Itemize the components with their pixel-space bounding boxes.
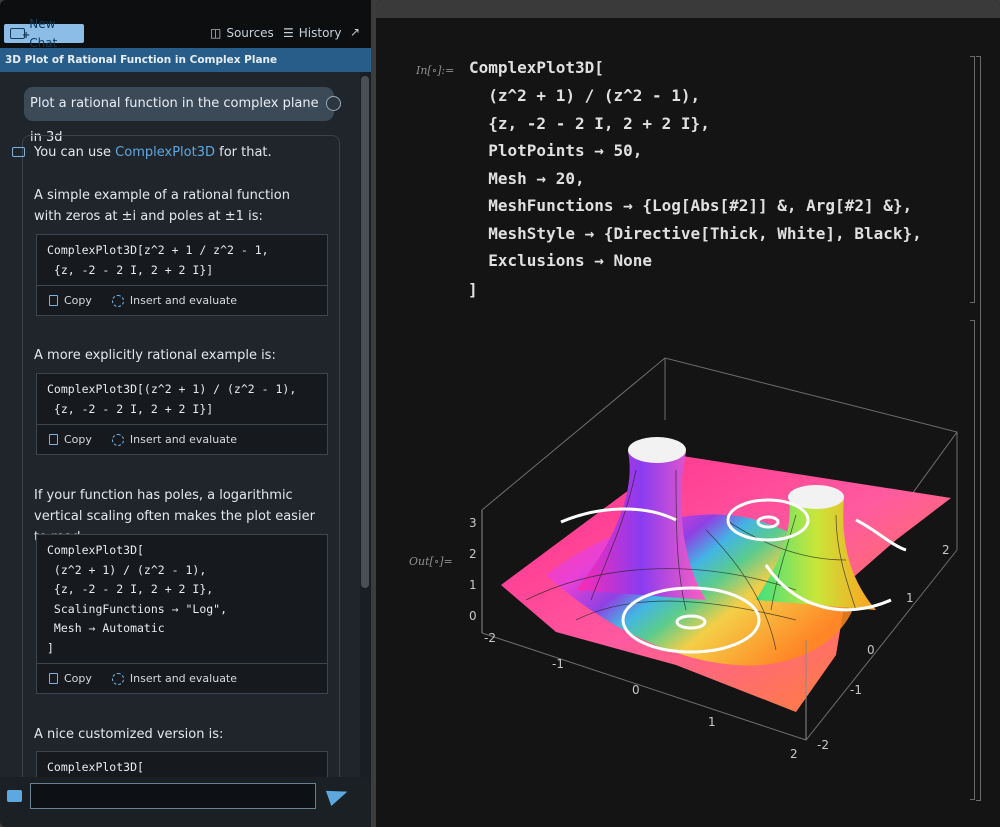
x-tick: -2 — [484, 631, 496, 645]
intro-prefix: You can use — [34, 145, 116, 160]
chat-input[interactable] — [30, 783, 316, 809]
assistant-paragraph-1: A simple example of a rational function … — [34, 188, 290, 224]
code-line: ComplexPlot3D[ — [47, 543, 144, 557]
code-block-4-body: ComplexPlot3D[ — [37, 752, 327, 778]
notebook-panel: In[∘]:= ComplexPlot3D[ (z^2 + 1) / (z^2 … — [376, 0, 1000, 827]
code-line: {z, -2 - 2 I, 2 + 2 I}] — [47, 401, 214, 416]
assistant-paragraph-4: A nice customized version is: — [34, 727, 224, 742]
scrollbar-thumb[interactable] — [361, 76, 369, 588]
code-line: (z^2 + 1) / (z^2 - 1), — [47, 562, 207, 577]
code-block-2-body: ComplexPlot3D[(z^2 + 1) / (z^2 - 1), {z,… — [37, 374, 327, 419]
copy-button[interactable]: Copy — [64, 294, 92, 307]
x-tick: -1 — [552, 657, 564, 671]
code-block-3-actions: Copy Insert and evaluate — [37, 663, 327, 693]
insert-evaluate-button[interactable]: Insert and evaluate — [130, 672, 237, 685]
code-block-2: ComplexPlot3D[(z^2 + 1) / (z^2 - 1), {z,… — [36, 373, 328, 455]
copy-button[interactable]: Copy — [64, 672, 92, 685]
assistant-chat-icon — [12, 147, 25, 157]
code-block-1-actions: Copy Insert and evaluate — [37, 285, 327, 315]
insert-evaluate-icon — [111, 433, 124, 446]
z-tick: 3 — [469, 516, 477, 530]
code-line: {z, -2 - 2 I, 2 + 2 I}, — [47, 582, 214, 596]
x-tick: 2 — [790, 747, 798, 761]
copy-icon — [49, 434, 58, 445]
user-message: Plot a rational function in the complex … — [24, 87, 334, 145]
history-label: History — [298, 26, 342, 40]
new-chat-label: New Chat — [29, 16, 58, 50]
history-button[interactable]: ☰ History — [283, 26, 341, 40]
code-block-1-body: ComplexPlot3D[z^2 + 1 / z^2 - 1, {z, -2 … — [37, 235, 327, 280]
open-external-button[interactable]: ↗ — [350, 25, 365, 39]
code-line: ] — [47, 640, 54, 655]
y-tick: 1 — [906, 591, 914, 605]
code-block-3-body: ComplexPlot3D[ (z^2 + 1) / (z^2 - 1), {z… — [37, 535, 327, 658]
y-tick: -1 — [850, 683, 862, 697]
insert-evaluate-icon — [111, 672, 124, 685]
x-tick: 0 — [632, 683, 640, 697]
z-axis-ticks: 0 1 2 3 — [469, 516, 477, 623]
intro-suffix: for that. — [214, 145, 272, 160]
complex-3d-plot[interactable]: 0 1 2 3 -2 -1 0 1 2 2 1 0 -1 -2 — [376, 0, 1000, 827]
z-tick: 2 — [469, 547, 477, 561]
chat-bubble-icon — [7, 790, 22, 802]
code-block-1: ComplexPlot3D[z^2 + 1 / z^2 - 1, {z, -2 … — [36, 234, 328, 316]
assistant-intro: You can use ComplexPlot3D for that. — [34, 142, 334, 163]
code-block-3: ComplexPlot3D[ (z^2 + 1) / (z^2 - 1), {z… — [36, 534, 328, 694]
sources-button[interactable]: ◫ Sources — [210, 26, 274, 40]
code-line: {z, -2 - 2 I, 2 + 2 I}] — [47, 262, 214, 277]
sources-label: Sources — [226, 26, 274, 40]
open-external-icon: ↗ — [350, 25, 361, 39]
history-icon: ☰ — [283, 26, 294, 40]
insert-evaluate-button[interactable]: Insert and evaluate — [130, 433, 237, 446]
code-block-2-actions: Copy Insert and evaluate — [37, 424, 327, 454]
code-line: ScalingFunctions → "Log", — [47, 601, 228, 616]
insert-evaluate-button[interactable]: Insert and evaluate — [130, 294, 237, 307]
insert-evaluate-icon — [111, 294, 124, 307]
left-pole-cap — [628, 437, 686, 463]
user-avatar-icon — [326, 96, 341, 111]
sources-icon: ◫ — [210, 26, 222, 40]
copy-icon — [49, 295, 58, 306]
chat-title: 3D Plot of Rational Function in Complex … — [0, 48, 371, 72]
x-tick: 1 — [708, 715, 716, 729]
code-line: ComplexPlot3D[z^2 + 1 / z^2 - 1, — [47, 243, 269, 257]
complexplot3d-link[interactable]: ComplexPlot3D — [115, 145, 215, 160]
copy-button[interactable]: Copy — [64, 433, 92, 446]
y-tick: 0 — [867, 643, 875, 657]
code-line: Mesh → Automatic — [47, 621, 165, 635]
chat-panel: New Chat ◫ Sources ☰ History ↗ 3D Plot o… — [0, 0, 371, 827]
code-line: ComplexPlot3D[(z^2 + 1) / (z^2 - 1), — [47, 382, 297, 396]
copy-icon — [49, 673, 58, 684]
y-tick: -2 — [817, 738, 829, 752]
assistant-paragraph-2: A more explicitly rational example is: — [34, 348, 276, 363]
z-tick: 1 — [469, 578, 477, 592]
new-chat-button[interactable]: New Chat — [4, 17, 84, 50]
new-chat-icon — [10, 26, 31, 45]
z-tick: 0 — [469, 609, 477, 623]
y-tick: 2 — [942, 543, 950, 557]
code-line: ComplexPlot3D[ — [47, 760, 144, 774]
